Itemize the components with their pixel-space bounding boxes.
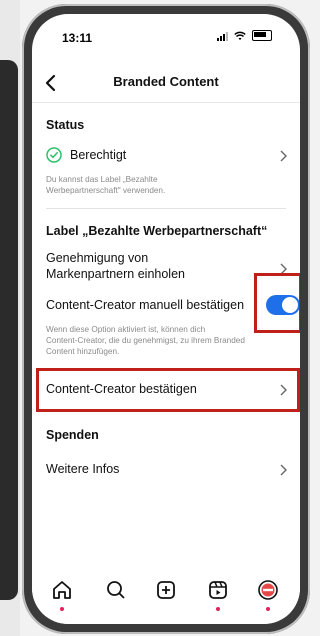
phone-frame: 13:11 Branded Content Status Berechtigt … [22,4,310,634]
manual-desc-line3: Content hinzufügen. [46,347,120,356]
profile-notification-dot [266,607,270,611]
home-notification-dot [60,607,64,611]
home-icon[interactable] [50,578,74,602]
wifi-icon [234,31,246,40]
left-background-strip [0,0,20,636]
more-info-label: Weitere Infos [46,462,120,476]
confirm-creators-row[interactable]: Content-Creator bestätigen [32,372,300,408]
battery-icon [252,30,272,41]
eligible-desc-line2: Werbepartnerschaft" verwenden. [46,186,166,195]
adjacent-device-edge [0,60,18,600]
nav-bar: Branded Content [32,62,300,103]
status-eligible-row[interactable]: Berechtigt [32,140,300,172]
search-icon[interactable] [104,578,128,602]
label-section-heading: Label „Bezahlte Werbepartnerschaft“ [46,224,268,238]
status-time: 13:11 [62,31,93,45]
confirm-creators-label: Content-Creator bestätigen [46,382,197,396]
bottom-tab-bar [32,562,300,624]
divider [46,208,286,209]
eligible-label: Berechtigt [70,148,127,162]
approval-label-line2: Markenpartnern einholen [46,267,185,281]
eligible-desc-line1: Du kannst das Label „Bezahlte [46,175,158,184]
status-section-heading: Status [46,118,85,132]
plus-square-icon[interactable] [154,578,178,602]
page-title: Branded Content [113,74,219,89]
more-info-row[interactable]: Weitere Infos [32,454,300,484]
check-circle-icon [46,147,62,163]
chevron-right-icon [280,384,287,396]
approval-row[interactable]: Genehmigung von Markenpartnern einholen [32,250,300,288]
profile-avatar-icon[interactable] [256,578,280,602]
approval-label-line1: Genehmigung von [46,251,149,265]
donations-section-heading: Spenden [46,428,99,442]
status-icons [217,30,272,41]
reels-icon[interactable] [206,578,230,602]
status-bar: 13:11 [32,14,300,54]
reels-notification-dot [216,607,220,611]
manual-desc-line2: Content-Creator, die du genehmigst, zu i… [46,336,245,345]
signal-icon [217,31,228,41]
chevron-right-icon [280,150,287,162]
screen: 13:11 Branded Content Status Berechtigt … [32,14,300,624]
manual-confirm-toggle[interactable] [266,295,300,315]
manual-desc-line1: Wenn diese Option aktiviert ist, können … [46,325,206,334]
manual-confirm-label: Content-Creator manuell bestätigen [46,298,245,312]
chevron-right-icon [280,263,287,275]
chevron-right-icon [280,464,287,476]
